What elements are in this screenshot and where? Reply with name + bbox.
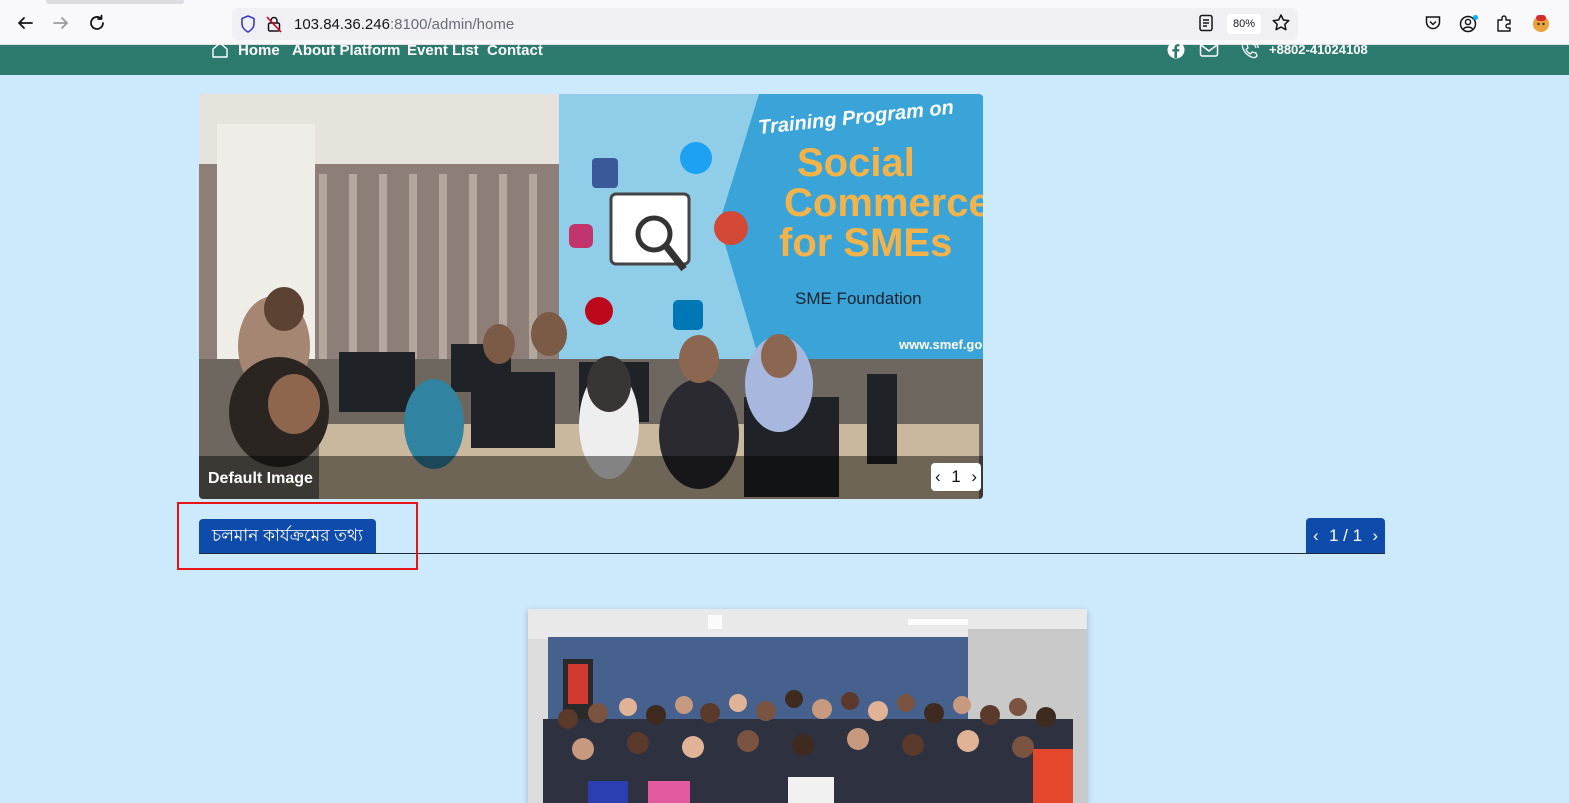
banner-line2: Social — [797, 141, 915, 185]
forward-button[interactable] — [49, 11, 73, 35]
reader-view-icon[interactable] — [1198, 14, 1214, 32]
hero-next-chevron-icon[interactable]: › — [971, 467, 977, 487]
arrow-left-icon — [18, 17, 33, 29]
account-icon[interactable] — [1459, 14, 1479, 34]
banner-line4: for SMEs — [779, 221, 952, 265]
tracking-shield-icon[interactable] — [240, 15, 256, 33]
banner-url: www.smef.go — [898, 337, 982, 352]
nav-contact-link[interactable]: Contact — [487, 42, 543, 59]
back-button[interactable] — [13, 11, 37, 35]
hero-page-number: 1 — [951, 467, 961, 486]
mail-icon[interactable] — [1199, 41, 1219, 59]
section-page-indicator: 1 / 1 — [1328, 525, 1363, 545]
reload-button[interactable] — [85, 11, 109, 35]
url-path: :8100/admin/home — [389, 16, 515, 33]
section-next-chevron-icon[interactable]: › — [1372, 526, 1378, 546]
hero-prev-chevron-icon[interactable]: ‹ — [935, 467, 941, 487]
annotation-highlight-box — [177, 502, 418, 570]
hero-pager: ‹ 1 › — [931, 463, 981, 491]
header-phone-number: +8802-41024108 — [1269, 42, 1368, 57]
banner-line3: Commerce — [784, 181, 983, 225]
banner-org: SME Foundation — [795, 289, 922, 308]
bookmark-star-icon[interactable] — [1271, 13, 1291, 33]
hero-caption: Default Image — [208, 470, 313, 487]
extension-avatar-icon[interactable] — [1530, 12, 1552, 34]
nav-about-link[interactable]: About Platform — [292, 42, 400, 59]
nav-event-list-link[interactable]: Event List — [407, 42, 479, 59]
url-host: 103.84.36.246 — [294, 16, 390, 33]
extensions-icon[interactable] — [1495, 14, 1513, 32]
active-tab-edge[interactable] — [46, 0, 184, 4]
hero-carousel: Training Program on Social Commerce for … — [199, 94, 983, 499]
section-prev-chevron-icon[interactable]: ‹ — [1313, 526, 1319, 546]
url-text[interactable]: 103.84.36.246:8100/admin/home — [294, 16, 514, 33]
facebook-icon[interactable] — [1167, 41, 1185, 59]
insecure-lock-icon[interactable] — [266, 15, 282, 33]
home-icon[interactable] — [211, 41, 229, 59]
pocket-icon[interactable] — [1424, 14, 1442, 32]
hero-caption-bar — [199, 456, 983, 499]
phone-icon — [1241, 41, 1259, 59]
reload-icon — [90, 14, 104, 30]
zoom-level-button[interactable]: 80% — [1227, 14, 1261, 34]
nav-home-link[interactable]: Home — [238, 42, 280, 59]
hero-image: Training Program on Social Commerce for … — [199, 94, 983, 499]
event-card-image[interactable] — [528, 609, 1087, 803]
event-group-photo — [528, 609, 1087, 803]
section-pager: ‹ 1 / 1 › — [1306, 518, 1385, 553]
arrow-right-icon — [53, 17, 68, 29]
